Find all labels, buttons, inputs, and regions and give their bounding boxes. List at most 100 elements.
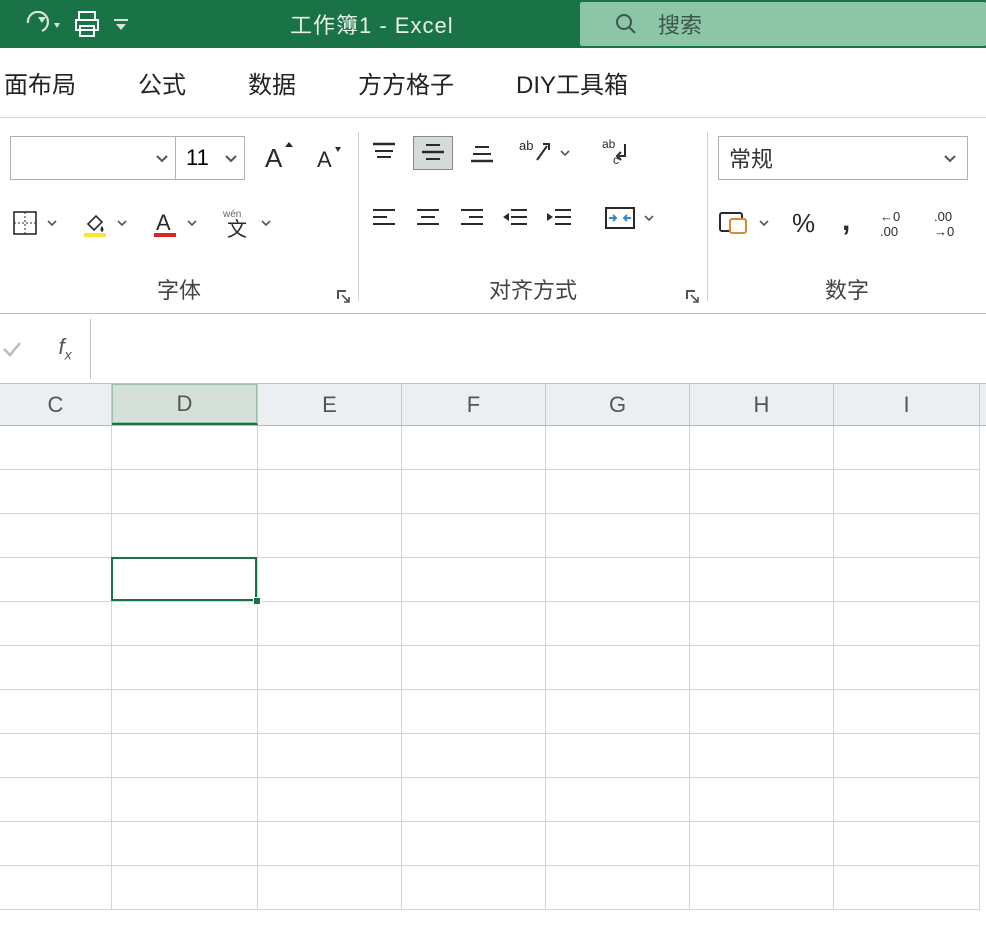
cell[interactable] <box>402 470 546 514</box>
cell[interactable] <box>0 734 112 778</box>
cell[interactable] <box>690 602 834 646</box>
cell[interactable] <box>546 734 690 778</box>
cell[interactable] <box>402 690 546 734</box>
cell[interactable] <box>834 778 980 822</box>
column-header-D[interactable]: D <box>112 384 258 425</box>
cell[interactable] <box>402 822 546 866</box>
cell[interactable] <box>112 602 258 646</box>
cell[interactable] <box>402 426 546 470</box>
increase-indent-button[interactable] <box>545 205 575 231</box>
cell[interactable] <box>112 558 258 602</box>
cell[interactable] <box>402 514 546 558</box>
cell[interactable] <box>112 470 258 514</box>
wrap-text-button[interactable]: abc <box>599 136 633 170</box>
tab-pagelayout[interactable]: 面布局 <box>0 65 80 100</box>
cell[interactable] <box>112 690 258 734</box>
tab-formulas[interactable]: 公式 <box>134 65 190 100</box>
cell[interactable] <box>258 778 402 822</box>
cell[interactable] <box>258 866 402 910</box>
phonetic-guide-button[interactable]: wén文 <box>220 206 272 240</box>
cell[interactable] <box>0 514 112 558</box>
cell[interactable] <box>402 778 546 822</box>
column-header-H[interactable]: H <box>690 384 834 425</box>
cell[interactable] <box>834 690 980 734</box>
grid-body[interactable] <box>0 426 986 910</box>
cell[interactable] <box>834 734 980 778</box>
cell[interactable] <box>0 690 112 734</box>
cell[interactable] <box>258 514 402 558</box>
column-header-G[interactable]: G <box>546 384 690 425</box>
cell[interactable] <box>546 558 690 602</box>
cell[interactable] <box>402 866 546 910</box>
decrease-indent-button[interactable] <box>501 205 531 231</box>
borders-button[interactable] <box>10 208 58 238</box>
cell[interactable] <box>834 866 980 910</box>
cell[interactable] <box>258 558 402 602</box>
align-right-button[interactable] <box>457 205 487 231</box>
cell[interactable] <box>690 778 834 822</box>
cell[interactable] <box>834 822 980 866</box>
tab-diy[interactable]: DIY工具箱 <box>512 65 632 100</box>
cell[interactable] <box>0 778 112 822</box>
decrease-decimal-button[interactable]: .00→0 <box>934 208 968 238</box>
cell[interactable] <box>402 602 546 646</box>
formula-confirm-button[interactable] <box>0 337 40 361</box>
align-top-button[interactable] <box>369 139 399 167</box>
cell[interactable] <box>690 470 834 514</box>
qat-customize-button[interactable] <box>112 15 130 33</box>
cell[interactable] <box>546 866 690 910</box>
insert-function-button[interactable]: fx <box>40 334 90 362</box>
number-format-dropdown[interactable]: 常规 <box>718 136 968 180</box>
cell[interactable] <box>0 426 112 470</box>
cell[interactable] <box>0 866 112 910</box>
cell[interactable] <box>546 690 690 734</box>
cell[interactable] <box>834 602 980 646</box>
cell[interactable] <box>690 426 834 470</box>
fill-color-button[interactable] <box>80 208 128 238</box>
cell[interactable] <box>690 558 834 602</box>
cell[interactable] <box>546 602 690 646</box>
tab-fangfang[interactable]: 方方格子 <box>354 65 458 100</box>
cell[interactable] <box>258 602 402 646</box>
cell[interactable] <box>546 822 690 866</box>
column-header-E[interactable]: E <box>258 384 402 425</box>
cell[interactable] <box>546 778 690 822</box>
cell[interactable] <box>834 514 980 558</box>
cell[interactable] <box>834 558 980 602</box>
cell[interactable] <box>258 734 402 778</box>
cell[interactable] <box>546 426 690 470</box>
cell[interactable] <box>0 602 112 646</box>
cell[interactable] <box>402 734 546 778</box>
cell[interactable] <box>112 866 258 910</box>
cell[interactable] <box>834 426 980 470</box>
increase-font-button[interactable]: A <box>263 141 297 175</box>
cell[interactable] <box>112 646 258 690</box>
cell[interactable] <box>690 822 834 866</box>
cell[interactable] <box>690 734 834 778</box>
align-bottom-button[interactable] <box>467 139 497 167</box>
search-box[interactable]: 搜索 <box>580 2 986 46</box>
cell[interactable] <box>258 822 402 866</box>
cell[interactable] <box>112 734 258 778</box>
cell[interactable] <box>0 470 112 514</box>
print-button[interactable] <box>72 9 102 39</box>
fill-handle[interactable] <box>253 597 261 605</box>
cell[interactable] <box>402 558 546 602</box>
cell[interactable] <box>690 866 834 910</box>
redo-button[interactable] <box>24 11 62 37</box>
font-size-dropdown[interactable]: 11 <box>175 136 245 180</box>
cell[interactable] <box>0 646 112 690</box>
cell[interactable] <box>690 646 834 690</box>
merge-center-button[interactable] <box>603 204 655 232</box>
comma-style-button[interactable]: , <box>840 208 860 238</box>
cell[interactable] <box>402 646 546 690</box>
orientation-button[interactable]: ab <box>519 138 571 168</box>
align-middle-button[interactable] <box>413 136 453 170</box>
column-header-I[interactable]: I <box>834 384 980 425</box>
font-name-dropdown[interactable] <box>10 136 175 180</box>
cell[interactable] <box>546 646 690 690</box>
cell[interactable] <box>0 558 112 602</box>
cell[interactable] <box>258 690 402 734</box>
cell[interactable] <box>546 514 690 558</box>
alignment-dialog-launcher[interactable] <box>683 287 701 305</box>
